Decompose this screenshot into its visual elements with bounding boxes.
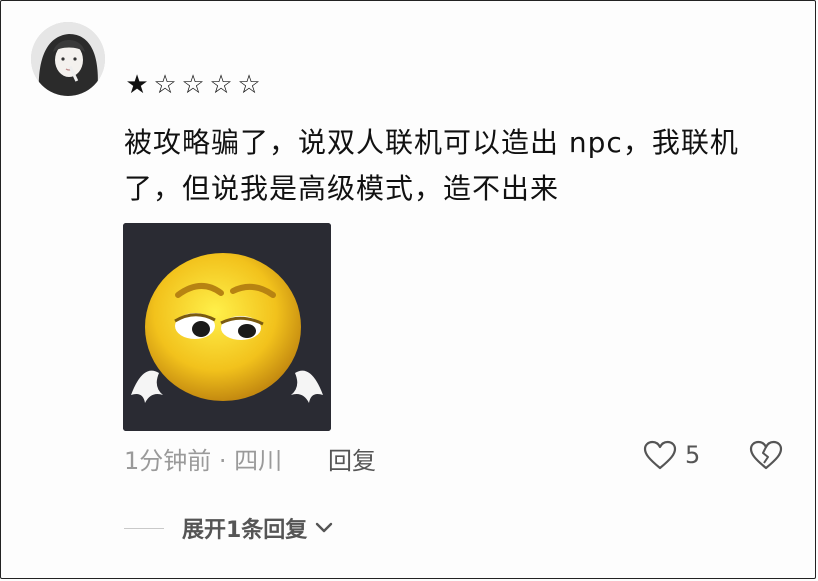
star-empty-icon: ☆ xyxy=(237,70,263,100)
reply-button[interactable]: 回复 xyxy=(328,441,376,476)
heart-outline-icon xyxy=(643,440,677,470)
divider xyxy=(124,527,164,529)
rating-stars: ★ ☆ ☆ ☆ ☆ xyxy=(124,72,264,98)
comment-image[interactable] xyxy=(123,223,331,431)
star-empty-icon: ☆ xyxy=(153,70,179,100)
chevron-down-icon xyxy=(316,522,333,533)
like-button[interactable]: 5 xyxy=(643,440,700,470)
avatar[interactable] xyxy=(31,22,105,96)
broken-heart-icon xyxy=(749,440,783,470)
comment-meta: 1分钟前 · 四川 xyxy=(124,447,283,475)
like-count: 5 xyxy=(685,441,701,469)
expand-replies-button[interactable]: 展开1条回复 xyxy=(124,512,333,544)
avatar-image xyxy=(31,22,105,96)
comment-line: 了，但说我是高级模式，造不出来 xyxy=(124,172,560,205)
comment-line: 被攻略骗了，说双人联机可以造出 npc，我联机 xyxy=(124,126,739,159)
emoji-image xyxy=(123,223,331,431)
star-filled-icon: ★ xyxy=(125,70,151,100)
dislike-button[interactable] xyxy=(749,440,783,474)
comment-text: 被攻略骗了，说双人联机可以造出 npc，我联机 了，但说我是高级模式，造不出来 xyxy=(124,120,784,212)
expand-replies-label: 展开1条回复 xyxy=(182,518,308,543)
star-empty-icon: ☆ xyxy=(181,70,207,100)
star-empty-icon: ☆ xyxy=(209,70,235,100)
